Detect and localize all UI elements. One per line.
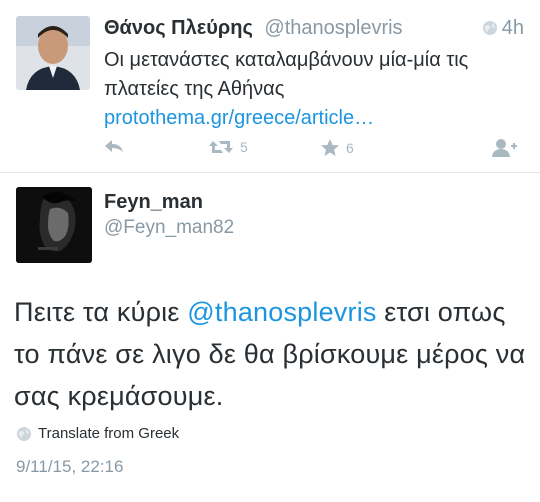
retweet-count: 5 bbox=[240, 139, 248, 155]
tweet-header: Θάνος Πλεύρης @thanosplevris bbox=[104, 14, 524, 42]
tweet-text: Οι μετανάστες καταλαμβάνουν μία-μία τις … bbox=[104, 46, 524, 133]
globe-icon bbox=[17, 426, 31, 441]
tweet-time-label[interactable]: 4h bbox=[502, 14, 524, 42]
favorite-icon bbox=[321, 139, 339, 156]
tweet-actions: 5 6 bbox=[104, 138, 524, 162]
follow-icon bbox=[492, 139, 517, 157]
avatar-feyn-man[interactable] bbox=[16, 187, 92, 263]
tweet-text: Πειτε τα κύριε @thanosplevris ετσι οπως … bbox=[14, 291, 530, 417]
author-handle[interactable]: @Feyn_man82 bbox=[104, 215, 234, 241]
reply-icon bbox=[105, 140, 123, 152]
translate-label: Translate from Greek bbox=[38, 425, 180, 442]
tweet-time: 4h bbox=[482, 14, 524, 42]
retweet-icon bbox=[209, 141, 233, 153]
favorite-button[interactable]: 6 bbox=[320, 138, 354, 158]
tweet-text-before: Πειτε τα κύριε bbox=[14, 297, 188, 327]
translate-button[interactable]: Translate from Greek bbox=[16, 425, 179, 442]
retweet-button[interactable]: 5 bbox=[208, 138, 248, 156]
avatar-thanosplevris[interactable] bbox=[16, 16, 90, 90]
tweet-mention[interactable]: @thanosplevris bbox=[187, 297, 376, 327]
tweet-date: 9/11/15, 22:16 bbox=[16, 457, 124, 476]
author-name[interactable]: Θάνος Πλεύρης bbox=[104, 17, 253, 39]
tweet-card-feyn-man[interactable]: Feyn_man @Feyn_man82 Πειτε τα κύριε @tha… bbox=[0, 173, 540, 502]
tweet-card-thanosplevris[interactable]: Θάνος Πλεύρης @thanosplevris 4h Οι μεταν… bbox=[0, 0, 540, 172]
favorite-count: 6 bbox=[346, 140, 354, 156]
author-name[interactable]: Feyn_man bbox=[104, 189, 203, 215]
tweet-text-body: Οι μετανάστες καταλαμβάνουν μία-μία τις … bbox=[104, 49, 469, 100]
globe-icon bbox=[482, 21, 497, 35]
avatar-feyn-man-image bbox=[16, 187, 92, 263]
follow-button[interactable] bbox=[492, 138, 518, 158]
tweet-link[interactable]: protothema.gr/greece/article… bbox=[104, 107, 374, 129]
author-handle[interactable]: @thanosplevris bbox=[264, 17, 402, 39]
avatar-thanosplevris-image bbox=[16, 16, 90, 90]
reply-button[interactable] bbox=[104, 138, 124, 154]
